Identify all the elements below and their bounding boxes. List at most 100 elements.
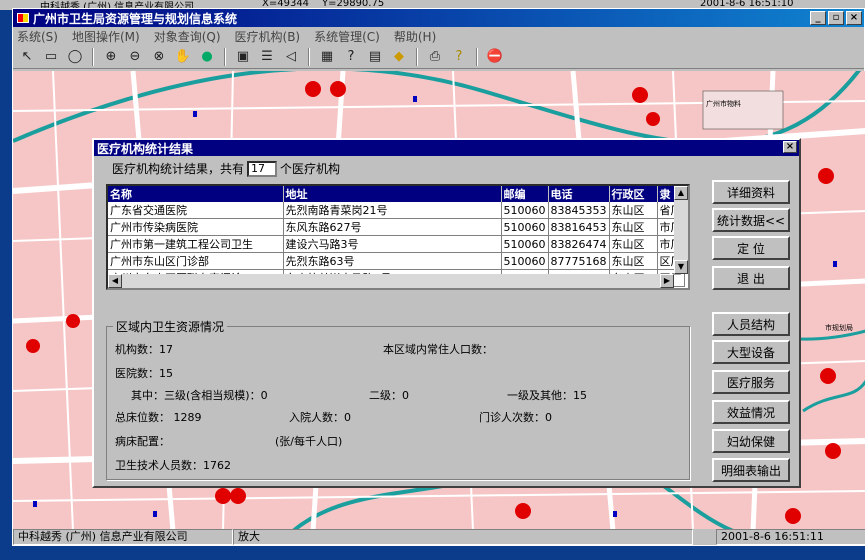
main-titlebar[interactable]: 广州市卫生局资源管理与规划信息系统 _ ▫ ×	[13, 9, 864, 27]
beds-label: 总床位数： 1289	[115, 411, 202, 424]
horizontal-scrollbar[interactable]: ◀ ▶	[108, 274, 674, 288]
zoom-out-icon[interactable]: ⊖	[125, 47, 145, 67]
stats-data-button[interactable]: 统计数据<<	[712, 208, 790, 232]
scroll-down-icon[interactable]: ▼	[674, 260, 688, 274]
grade3-label: 其中：三级(含相当规模)：0	[131, 389, 268, 402]
scroll-left-icon[interactable]: ◀	[108, 274, 122, 288]
grade2-label: 二级：0	[369, 389, 409, 402]
medical-service-button[interactable]: 医疗服务	[712, 370, 790, 394]
menu-medical-org[interactable]: 医疗机构(B)	[235, 28, 301, 45]
menu-help[interactable]: 帮助(H)	[394, 28, 436, 45]
count-row: 医疗机构统计结果，共有 17 个医疗机构	[112, 160, 340, 177]
hospital-marker	[66, 314, 80, 328]
resource-groupbox: 区域内卫生资源情况 机构数：17 本区域内常住人口数： 医院数：15 其中：三级…	[106, 318, 690, 480]
column-header-phone[interactable]: 电话	[548, 186, 610, 202]
cell-district: 东山区	[609, 235, 658, 253]
map-layer-icon[interactable]: ▣	[233, 47, 253, 67]
table-row[interactable]: 广州市第一建筑工程公司卫生 建设六马路3号 510060 83826474 东山…	[108, 235, 685, 253]
cell-name: 广东省交通医院	[108, 202, 284, 219]
hospital-marker	[818, 168, 834, 184]
grade1-label: 一级及其他：15	[507, 389, 587, 402]
vertical-scrollbar[interactable]: ▲ ▼	[674, 186, 688, 274]
table-icon[interactable]: ▦	[317, 47, 337, 67]
staff-structure-button[interactable]: 人员结构	[712, 312, 790, 336]
cell-name: 广州市传染病医院	[108, 218, 284, 236]
column-header-zip[interactable]: 邮编	[501, 186, 549, 202]
table-row[interactable]: 广州市传染病医院 东风东路627号 510060 83816453 东山区 市厂	[108, 218, 685, 236]
cell-address: 建设六马路3号	[283, 235, 502, 253]
locate-button[interactable]: 定 位	[712, 236, 790, 260]
column-header-address[interactable]: 地址	[283, 186, 502, 202]
status-datetime: 2001-8-6 16:51:11	[716, 529, 865, 545]
circle-select-icon[interactable]: ◯	[65, 47, 85, 67]
column-header-name[interactable]: 名称	[108, 186, 284, 202]
hospital-marker	[215, 488, 231, 504]
menu-system[interactable]: 系统(S)	[17, 28, 58, 45]
app-icon[interactable]	[17, 13, 29, 23]
menu-map-ops[interactable]: 地图操作(M)	[72, 28, 140, 45]
cell-phone: 83845353	[548, 202, 610, 219]
toolbar-separator	[92, 47, 94, 66]
cell-address: 先烈东路63号	[283, 252, 502, 270]
scroll-right-icon[interactable]: ▶	[660, 274, 674, 288]
large-equipment-button[interactable]: 大型设备	[712, 340, 790, 364]
benefit-button[interactable]: 效益情况	[712, 400, 790, 424]
population-label: 本区域内常住人口数：	[383, 343, 493, 356]
maternal-child-button[interactable]: 妇幼保健	[712, 429, 790, 453]
menu-system-admin[interactable]: 系统管理(C)	[314, 28, 380, 45]
globe-icon[interactable]: ●	[197, 47, 217, 67]
measure-icon[interactable]: ◁	[281, 47, 301, 67]
print-icon[interactable]: ⎙	[425, 47, 445, 67]
cell-district: 东山区	[609, 252, 658, 270]
bed-config-label: 病床配置：	[115, 435, 170, 448]
column-header-district[interactable]: 行政区	[609, 186, 658, 202]
hospital-marker	[825, 443, 841, 459]
pointer-icon[interactable]: ↖	[17, 47, 37, 67]
zoom-in-icon[interactable]: ⊕	[101, 47, 121, 67]
scroll-up-icon[interactable]: ▲	[674, 186, 688, 200]
cell-phone: 83826474	[548, 235, 610, 253]
detail-info-button[interactable]: 详细资料	[712, 180, 790, 204]
cell-phone: 83816453	[548, 218, 610, 236]
dialog-close-button[interactable]: ×	[783, 141, 797, 153]
results-grid[interactable]: 名称 地址 邮编 电话 行政区 隶 广东省交通医院 先烈南路青菜岗21号 510…	[106, 184, 690, 290]
status-mode: 放大	[233, 529, 693, 545]
menubar: 系统(S) 地图操作(M) 对象查询(Q) 医疗机构(B) 系统管理(C) 帮助…	[13, 27, 864, 45]
org-count-label: 机构数：17	[115, 343, 173, 356]
cell-zip: 510060	[501, 252, 549, 270]
dialog-titlebar[interactable]: 医疗机构统计结果 ×	[94, 140, 799, 156]
count-field[interactable]: 17	[247, 160, 278, 177]
hospital-marker	[230, 488, 246, 504]
exit-button[interactable]: 退 出	[712, 266, 790, 290]
cell-name: 广州市东山区门诊部	[108, 252, 284, 270]
count-prefix: 医疗机构统计结果，共有	[112, 162, 245, 176]
road-minor	[13, 490, 865, 502]
export-detail-button[interactable]: 明细表输出	[712, 458, 790, 482]
query-icon[interactable]: ?	[341, 47, 361, 67]
app-title: 广州市卫生局资源管理与规划信息系统	[33, 11, 238, 26]
toolbar-separator	[416, 47, 418, 66]
table-row[interactable]: 广州市东山区门诊部 先烈东路63号 510060 87775168 东山区 区厂	[108, 252, 685, 270]
map-label: 市规划局	[825, 324, 853, 332]
legend-icon[interactable]: ☰	[257, 47, 277, 67]
count-suffix: 个医疗机构	[280, 162, 341, 176]
hospital-marker	[820, 368, 836, 384]
rect-select-icon[interactable]: ▭	[41, 47, 61, 67]
hospital-marker	[646, 112, 660, 126]
cell-zip: 510060	[501, 218, 549, 236]
chart-icon[interactable]: ▤	[365, 47, 385, 67]
help-icon[interactable]: ?	[449, 47, 469, 67]
menu-object-query[interactable]: 对象查询(Q)	[154, 28, 221, 45]
hospital-count-label: 医院数：15	[115, 367, 173, 380]
toolbar: ↖ ▭ ◯ ⊕ ⊖ ⊗ ✋ ● ▣ ☰ ◁ ▦ ? ▤ ◆ ⎙ ? ⛔	[13, 45, 864, 69]
stop-icon[interactable]: ⛔	[485, 47, 505, 67]
window-controls: _ ▫ ×	[810, 11, 862, 25]
pan-hand-icon[interactable]: ✋	[173, 47, 193, 67]
minimize-button[interactable]: _	[810, 11, 826, 25]
table-row[interactable]: 广东省交通医院 先烈南路青菜岗21号 510060 83845353 东山区 省…	[108, 202, 685, 219]
hospital-marker	[330, 81, 346, 97]
close-button[interactable]: ×	[846, 11, 862, 25]
zoom-custom-icon[interactable]: ⊗	[149, 47, 169, 67]
tag-icon[interactable]: ◆	[389, 47, 409, 67]
maximize-button[interactable]: ▫	[828, 11, 844, 25]
